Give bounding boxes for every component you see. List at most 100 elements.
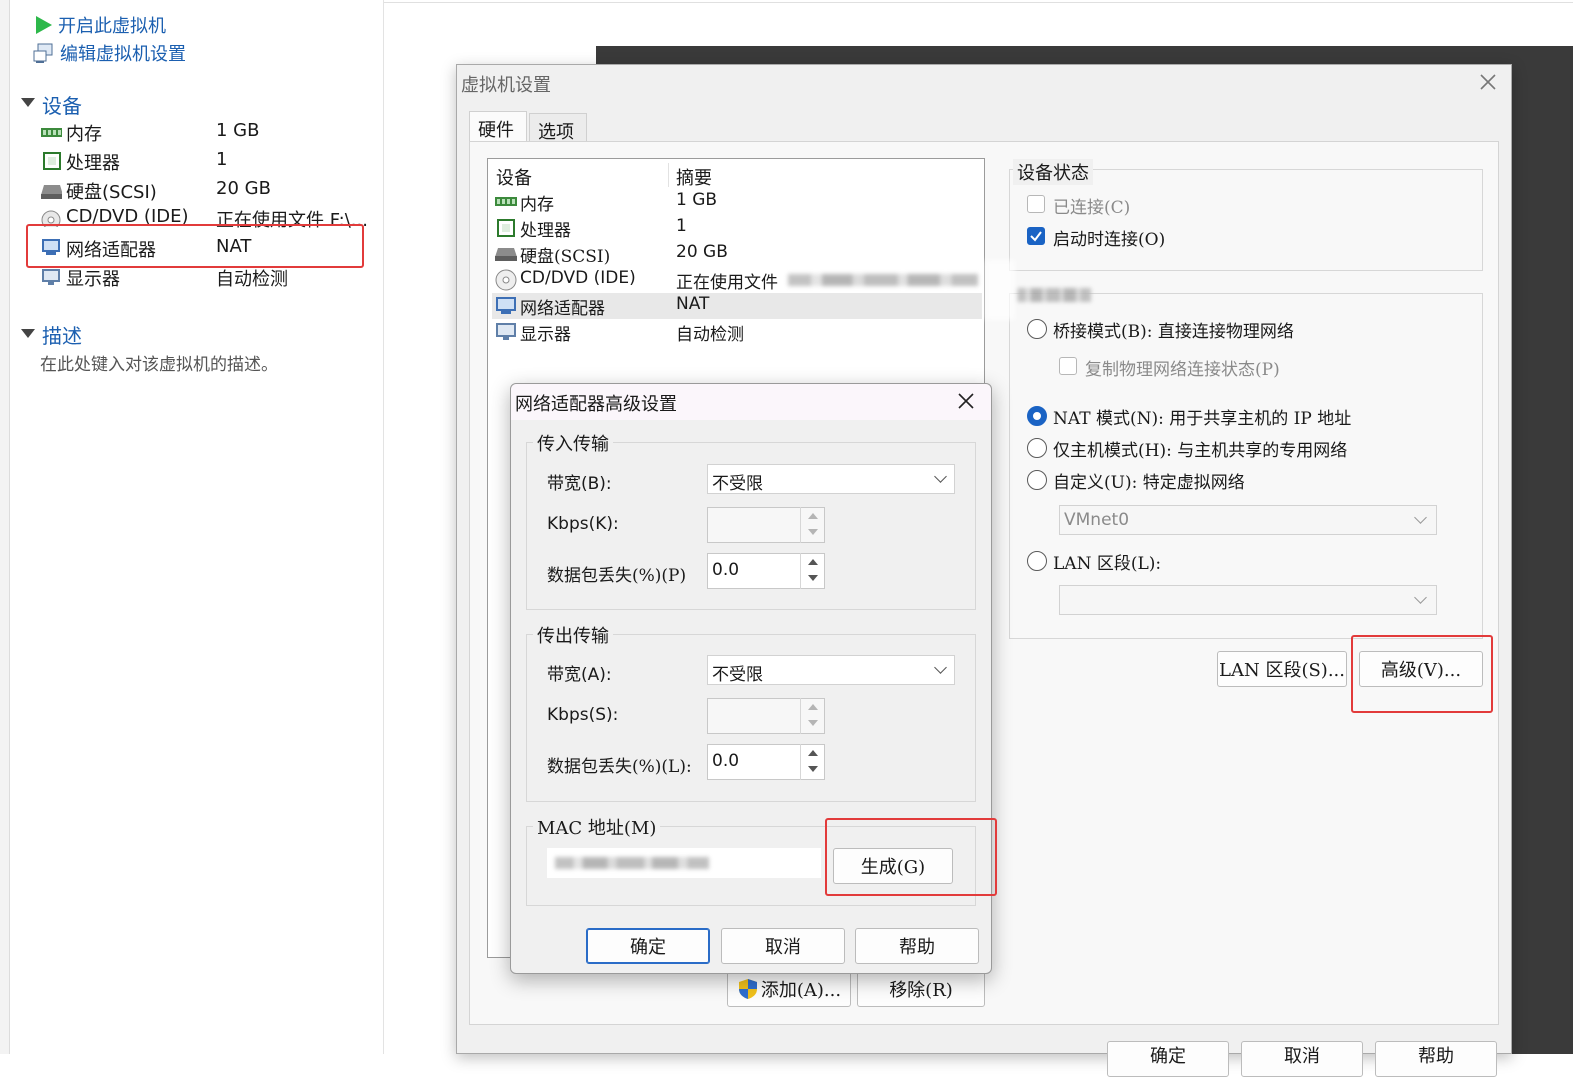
lan-segment-radio[interactable]	[1027, 551, 1047, 571]
cd-dvd-icon	[495, 269, 517, 291]
bridged-label[interactable]: 桥接模式(B): 直接连接物理网络	[1053, 317, 1294, 342]
device-name: 显示器	[66, 269, 120, 290]
harddisk-icon	[495, 248, 517, 261]
list-item[interactable]: 内存 1 GB	[492, 189, 982, 215]
down-arrow-icon[interactable]	[808, 529, 818, 535]
outgoing-bandwidth-select[interactable]: 不受限	[707, 655, 955, 685]
connect-at-power-on-checkbox[interactable]	[1027, 227, 1045, 245]
down-arrow-icon[interactable]	[808, 720, 818, 726]
device-row-processor[interactable]: 处理器 1	[40, 149, 380, 179]
connected-checkbox[interactable]	[1027, 195, 1045, 213]
column-header-device[interactable]: 设备	[496, 164, 532, 190]
down-arrow-icon[interactable]	[808, 766, 818, 772]
ok-button[interactable]: 确定	[1107, 1041, 1229, 1077]
power-on-link[interactable]: 开启此虚拟机	[34, 12, 166, 38]
bridged-radio[interactable]	[1027, 319, 1047, 339]
down-arrow-icon[interactable]	[808, 575, 818, 581]
incoming-bandwidth-label: 带宽(B):	[547, 474, 612, 494]
device-value: 1 GB	[676, 190, 718, 210]
spinner-buttons[interactable]	[800, 744, 824, 780]
outgoing-kbps-label: Kbps(S):	[547, 705, 619, 725]
device-value: NAT	[676, 294, 710, 314]
device-name: 显示器	[520, 325, 571, 345]
lan-segments-button[interactable]: LAN 区段(S)...	[1217, 651, 1347, 687]
outgoing-kbps-spinner[interactable]	[707, 698, 825, 734]
connect-at-power-on-label[interactable]: 启动时连接(O)	[1053, 225, 1165, 250]
up-arrow-icon[interactable]	[808, 750, 818, 756]
custom-label[interactable]: 自定义(U): 特定虚拟网络	[1053, 468, 1245, 493]
up-arrow-icon[interactable]	[808, 559, 818, 565]
device-row-display[interactable]: 显示器 自动检测	[40, 265, 380, 295]
remove-button[interactable]: 移除(R)	[857, 971, 985, 1007]
help-button[interactable]: 帮助	[1375, 1041, 1497, 1077]
column-header-summary[interactable]: 摘要	[676, 164, 712, 190]
help-button[interactable]: 帮助	[855, 928, 979, 964]
incoming-kbps-label: Kbps(K):	[547, 514, 619, 534]
list-item[interactable]: CD/DVD (IDE) 正在使用文件	[492, 267, 982, 293]
replicate-checkbox[interactable]	[1059, 357, 1077, 375]
up-arrow-icon[interactable]	[808, 513, 818, 519]
lan-segment-select[interactable]	[1059, 585, 1437, 615]
mac-address-input[interactable]	[547, 848, 821, 878]
collapse-devices-icon[interactable]	[21, 98, 35, 107]
redacted-mac	[555, 857, 709, 869]
cancel-button[interactable]: 取消	[721, 928, 845, 964]
cancel-button[interactable]: 取消	[1241, 1041, 1363, 1077]
device-name: 处理器	[520, 221, 571, 241]
device-row-harddisk[interactable]: 硬盘(SCSI) 20 GB	[40, 178, 380, 208]
incoming-bandwidth-value: 不受限	[712, 474, 763, 494]
devices-section-title[interactable]: 设备	[42, 90, 82, 119]
tab-hardware[interactable]: 硬件	[469, 111, 527, 141]
device-row-memory[interactable]: 内存 1 GB	[40, 120, 380, 150]
description-section-title[interactable]: 描述	[42, 320, 82, 349]
spinner-buttons[interactable]	[800, 553, 824, 589]
description-text[interactable]: 在此处键入对该虚拟机的描述。	[40, 350, 278, 375]
checkmark-icon	[1030, 231, 1042, 242]
replicate-label[interactable]: 复制物理网络连接状态(P)	[1085, 355, 1280, 380]
panel-edge	[0, 0, 10, 1054]
ok-button[interactable]: 确定	[586, 928, 710, 964]
custom-network-value: VMnet0	[1064, 510, 1130, 530]
advanced-settings-dialog: 网络适配器高级设置 传入传输 带宽(B): 不受限 Kbps(K): 数据包丢失…	[510, 383, 997, 974]
host-only-radio[interactable]	[1027, 438, 1047, 458]
spinner-buttons[interactable]	[800, 507, 824, 543]
add-button[interactable]: 添加(A)...	[727, 971, 851, 1007]
processor-icon	[43, 152, 61, 170]
collapse-description-icon[interactable]	[21, 329, 35, 338]
close-icon[interactable]	[1477, 71, 1499, 93]
tab-options[interactable]: 选项	[529, 113, 587, 143]
nat-radio[interactable]	[1027, 406, 1047, 426]
device-name: 硬盘(SCSI)	[66, 182, 157, 203]
redaction-blur	[985, 260, 1015, 320]
custom-network-select[interactable]: VMnet0	[1059, 505, 1437, 535]
up-arrow-icon[interactable]	[808, 704, 818, 710]
custom-radio[interactable]	[1027, 470, 1047, 490]
settings-icon	[33, 43, 53, 63]
edit-settings-label: 编辑虚拟机设置	[60, 44, 186, 65]
list-item[interactable]: 处理器 1	[492, 215, 982, 241]
device-status-label: 设备状态	[1013, 159, 1093, 185]
incoming-loss-value: 0.0	[712, 560, 740, 580]
device-value: 20 GB	[676, 242, 728, 262]
edit-settings-link[interactable]: 编辑虚拟机设置	[32, 40, 186, 66]
list-item[interactable]: 显示器 自动检测	[492, 319, 982, 345]
nat-label[interactable]: NAT 模式(N): 用于共享主机的 IP 地址	[1053, 404, 1351, 429]
device-name: 硬盘(SCSI)	[520, 247, 611, 267]
lan-segment-label[interactable]: LAN 区段(L):	[1053, 549, 1161, 574]
connected-label[interactable]: 已连接(C)	[1053, 193, 1130, 218]
spinner-buttons[interactable]	[800, 698, 824, 734]
host-only-label[interactable]: 仅主机模式(H): 与主机共享的专用网络	[1053, 436, 1347, 461]
add-label: 添加(A)...	[760, 980, 842, 1001]
device-name: 内存	[520, 195, 554, 215]
list-item[interactable]: 硬盘(SCSI) 20 GB	[492, 241, 982, 267]
device-name: 内存	[66, 124, 102, 145]
memory-icon	[495, 197, 517, 206]
incoming-bandwidth-select[interactable]: 不受限	[707, 464, 955, 494]
close-icon[interactable]	[955, 390, 977, 412]
outgoing-loss-label: 数据包丢失(%)(L):	[547, 757, 692, 777]
outgoing-loss-spinner[interactable]: 0.0	[707, 744, 825, 780]
incoming-loss-spinner[interactable]: 0.0	[707, 553, 825, 589]
harddisk-icon	[41, 185, 62, 199]
incoming-kbps-spinner[interactable]	[707, 507, 825, 543]
list-item-selected[interactable]: 网络适配器 NAT	[492, 293, 982, 319]
